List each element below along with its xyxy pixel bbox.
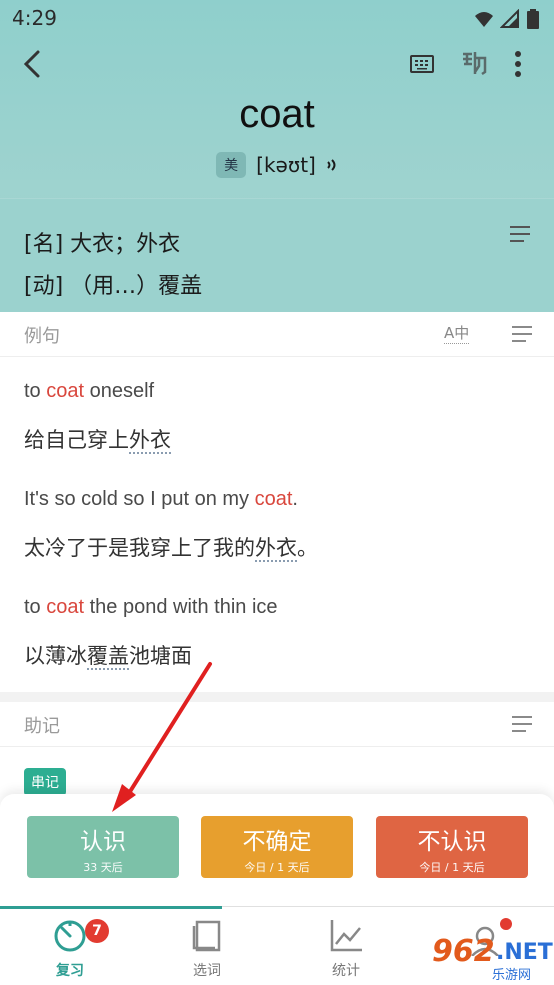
status-bar: 4:29 (0, 0, 554, 38)
example-en: It's so cold so I put on my coat. (24, 488, 298, 510)
tab-choose-words[interactable]: 选词 (157, 918, 257, 980)
highlighted-word: coat (254, 488, 293, 510)
translate-toggle[interactable]: A中 (444, 322, 470, 344)
example-zh: 给自己穿上外衣 (24, 428, 171, 454)
watermark-net: .NET (496, 940, 553, 965)
watermark-number: 962 (432, 934, 495, 969)
unknown-button[interactable]: 不认识 今日 / 1 天后 (376, 816, 528, 878)
mnemonic-menu-icon[interactable] (512, 716, 534, 734)
definition-verb: [动] （用…）覆盖 (24, 274, 203, 299)
active-tab-indicator (0, 906, 222, 909)
section-divider (0, 692, 554, 702)
conjugation-icon[interactable] (460, 48, 488, 78)
mnemonic-tag[interactable]: 串记 (24, 768, 66, 796)
back-icon[interactable] (16, 46, 50, 82)
signal-icon (500, 9, 519, 28)
chart-icon (330, 920, 362, 952)
definitions-menu-icon[interactable] (510, 226, 532, 244)
example-zh: 太冷了于是我穿上了我的外衣。 (24, 536, 318, 562)
pronunciation-row: 美 [kəʊt] (0, 152, 554, 178)
notification-dot (500, 918, 512, 930)
battery-icon (527, 9, 539, 29)
dotted-word[interactable]: 覆盖 (87, 644, 129, 670)
examples-title: 例句 (24, 326, 60, 347)
dotted-word[interactable]: 外衣 (129, 428, 171, 454)
example-en: to coat the pond with thin ice (24, 596, 278, 618)
tab-stats[interactable]: 统计 (296, 918, 396, 980)
know-button[interactable]: 认识 33 天后 (27, 816, 179, 878)
accent-badge[interactable]: 美 (216, 152, 247, 178)
watermark-sub: 乐游网 (492, 968, 532, 983)
definition-noun: [名] 大衣；外衣 (24, 232, 181, 257)
wifi-icon (475, 12, 493, 27)
highlighted-word: coat (46, 596, 85, 618)
mnemonic-header: 助记 (0, 702, 554, 747)
timer-icon (54, 920, 86, 952)
examples-menu-icon[interactable] (512, 326, 534, 344)
mnemonic-title: 助记 (24, 716, 60, 737)
example-en: to coat oneself (24, 380, 155, 402)
examples-header: 例句 (0, 312, 554, 357)
keyboard-icon[interactable] (408, 50, 436, 78)
speaker-icon[interactable] (326, 157, 338, 173)
book-icon (192, 920, 221, 952)
highlighted-word: coat (46, 380, 85, 402)
phonetic-text[interactable]: [kəʊt] (256, 153, 316, 177)
unsure-button[interactable]: 不确定 今日 / 1 天后 (201, 816, 353, 878)
example-zh: 以薄冰覆盖池塘面 (24, 644, 192, 670)
headword: coat (239, 92, 315, 136)
status-time: 4:29 (12, 6, 57, 30)
more-options-icon[interactable] (508, 48, 528, 80)
review-count-badge: 7 (85, 919, 109, 943)
dotted-word[interactable]: 外衣 (255, 536, 297, 562)
